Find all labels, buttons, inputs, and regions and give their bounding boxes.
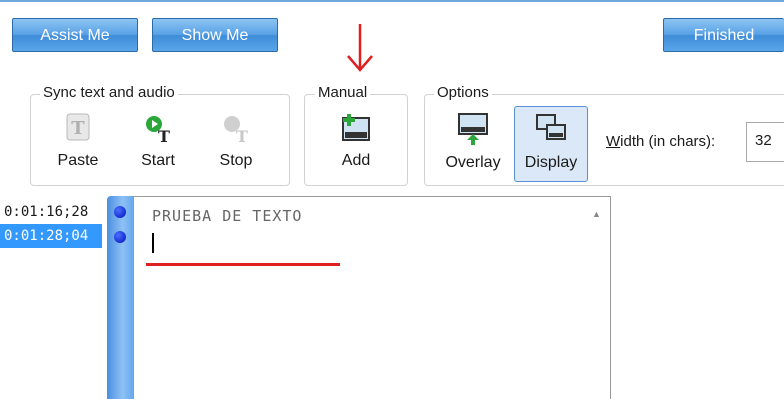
display-label: Display	[524, 154, 578, 171]
add-caption-icon	[342, 114, 370, 141]
timestamp-item[interactable]: 0:01:16;28	[0, 200, 108, 224]
annotation-arrow-icon	[347, 24, 373, 72]
overlay-label: Overlay	[445, 154, 501, 171]
start-icon: T	[146, 116, 170, 144]
display-icon	[536, 114, 566, 140]
stop-button[interactable]: T Stop	[208, 112, 264, 176]
display-button[interactable]: Display	[514, 106, 588, 182]
show-me-button[interactable]: Show Me	[152, 18, 278, 52]
timestamp-list: 0:01:16;28 0:01:28;04	[0, 200, 108, 248]
paste-icon: T	[66, 113, 90, 141]
width-input[interactable]: 32	[746, 122, 784, 162]
width-label-text: idth (in chars):	[620, 133, 716, 150]
width-mnemonic: W	[606, 133, 621, 150]
svg-text:T: T	[158, 127, 170, 144]
caption-text-line: PRUEBA DE TEXTO	[152, 207, 303, 225]
sync-group-title: Sync text and audio	[40, 84, 178, 101]
caption-marker-rail	[107, 196, 133, 399]
add-label: Add	[341, 152, 371, 169]
add-button[interactable]: Add	[328, 112, 384, 176]
start-button[interactable]: T Start	[130, 112, 186, 176]
scroll-up-icon[interactable]: ▲	[592, 209, 601, 219]
start-label: Start	[141, 152, 175, 169]
manual-group-title: Manual	[315, 84, 371, 101]
paste-button[interactable]: T Paste	[50, 112, 106, 176]
caption-marker-dot[interactable]	[114, 231, 126, 243]
stop-icon: T	[224, 116, 248, 144]
options-group-title: Options	[434, 84, 492, 101]
paste-label: Paste	[57, 152, 99, 169]
finished-button[interactable]: Finished	[663, 18, 784, 52]
stop-label: Stop	[219, 152, 253, 169]
text-caret	[152, 233, 154, 253]
overlay-button[interactable]: Overlay	[440, 112, 506, 184]
caption-marker-dot[interactable]	[114, 206, 126, 218]
timestamp-item-selected[interactable]: 0:01:28;04	[0, 224, 102, 248]
top-border-line	[0, 0, 784, 2]
assist-me-button[interactable]: Assist Me	[12, 18, 138, 52]
svg-text:T: T	[236, 127, 248, 144]
svg-text:T: T	[71, 118, 85, 139]
width-label: Width (in chars):	[606, 133, 715, 150]
caption-text-editor[interactable]: PRUEBA DE TEXTO ▲	[133, 196, 611, 399]
annotation-underline	[146, 263, 340, 266]
overlay-icon	[458, 113, 488, 145]
